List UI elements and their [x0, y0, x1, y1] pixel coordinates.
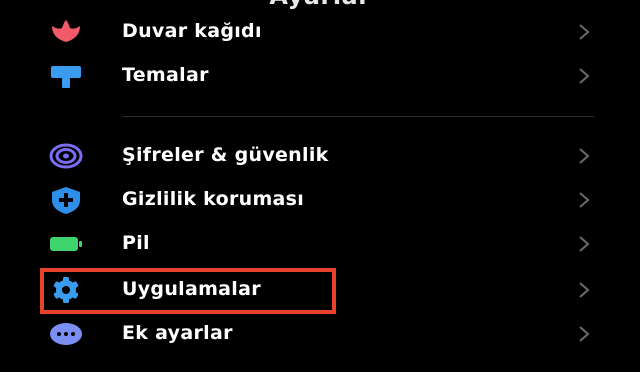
- settings-item-passwords-security[interactable]: Şifreler & güvenlik: [0, 136, 640, 176]
- highlight-annotation-box: [40, 268, 336, 314]
- chevron-right-icon: [574, 276, 594, 304]
- themes-icon: [48, 60, 84, 92]
- settings-item-privacy[interactable]: Gizlilik koruması: [0, 180, 640, 220]
- wallpaper-icon: [48, 16, 84, 48]
- chevron-right-icon: [574, 320, 594, 348]
- fingerprint-icon: [48, 140, 84, 172]
- page-title: Ayarlar: [0, 0, 640, 10]
- more-dots-icon: [48, 318, 84, 350]
- chevron-right-icon: [574, 18, 594, 46]
- chevron-right-icon: [574, 62, 594, 90]
- settings-item-themes[interactable]: Temalar: [0, 56, 640, 96]
- settings-item-label: Duvar kağıdı: [122, 20, 262, 42]
- settings-item-additional[interactable]: Ek ayarlar: [0, 314, 640, 354]
- chevron-right-icon: [574, 186, 594, 214]
- settings-item-wallpaper[interactable]: Duvar kağıdı: [0, 12, 640, 52]
- settings-item-label: Ek ayarlar: [122, 322, 233, 344]
- chevron-right-icon: [574, 230, 594, 258]
- settings-item-label: Şifreler & güvenlik: [122, 144, 329, 166]
- settings-item-label: Pil: [122, 232, 150, 254]
- settings-item-label: Gizlilik koruması: [122, 188, 305, 210]
- settings-item-battery[interactable]: Pil: [0, 224, 640, 264]
- battery-icon: [48, 228, 84, 260]
- section-divider: [122, 116, 594, 117]
- chevron-right-icon: [574, 142, 594, 170]
- privacy-shield-icon: [48, 184, 84, 216]
- settings-item-label: Temalar: [122, 64, 209, 86]
